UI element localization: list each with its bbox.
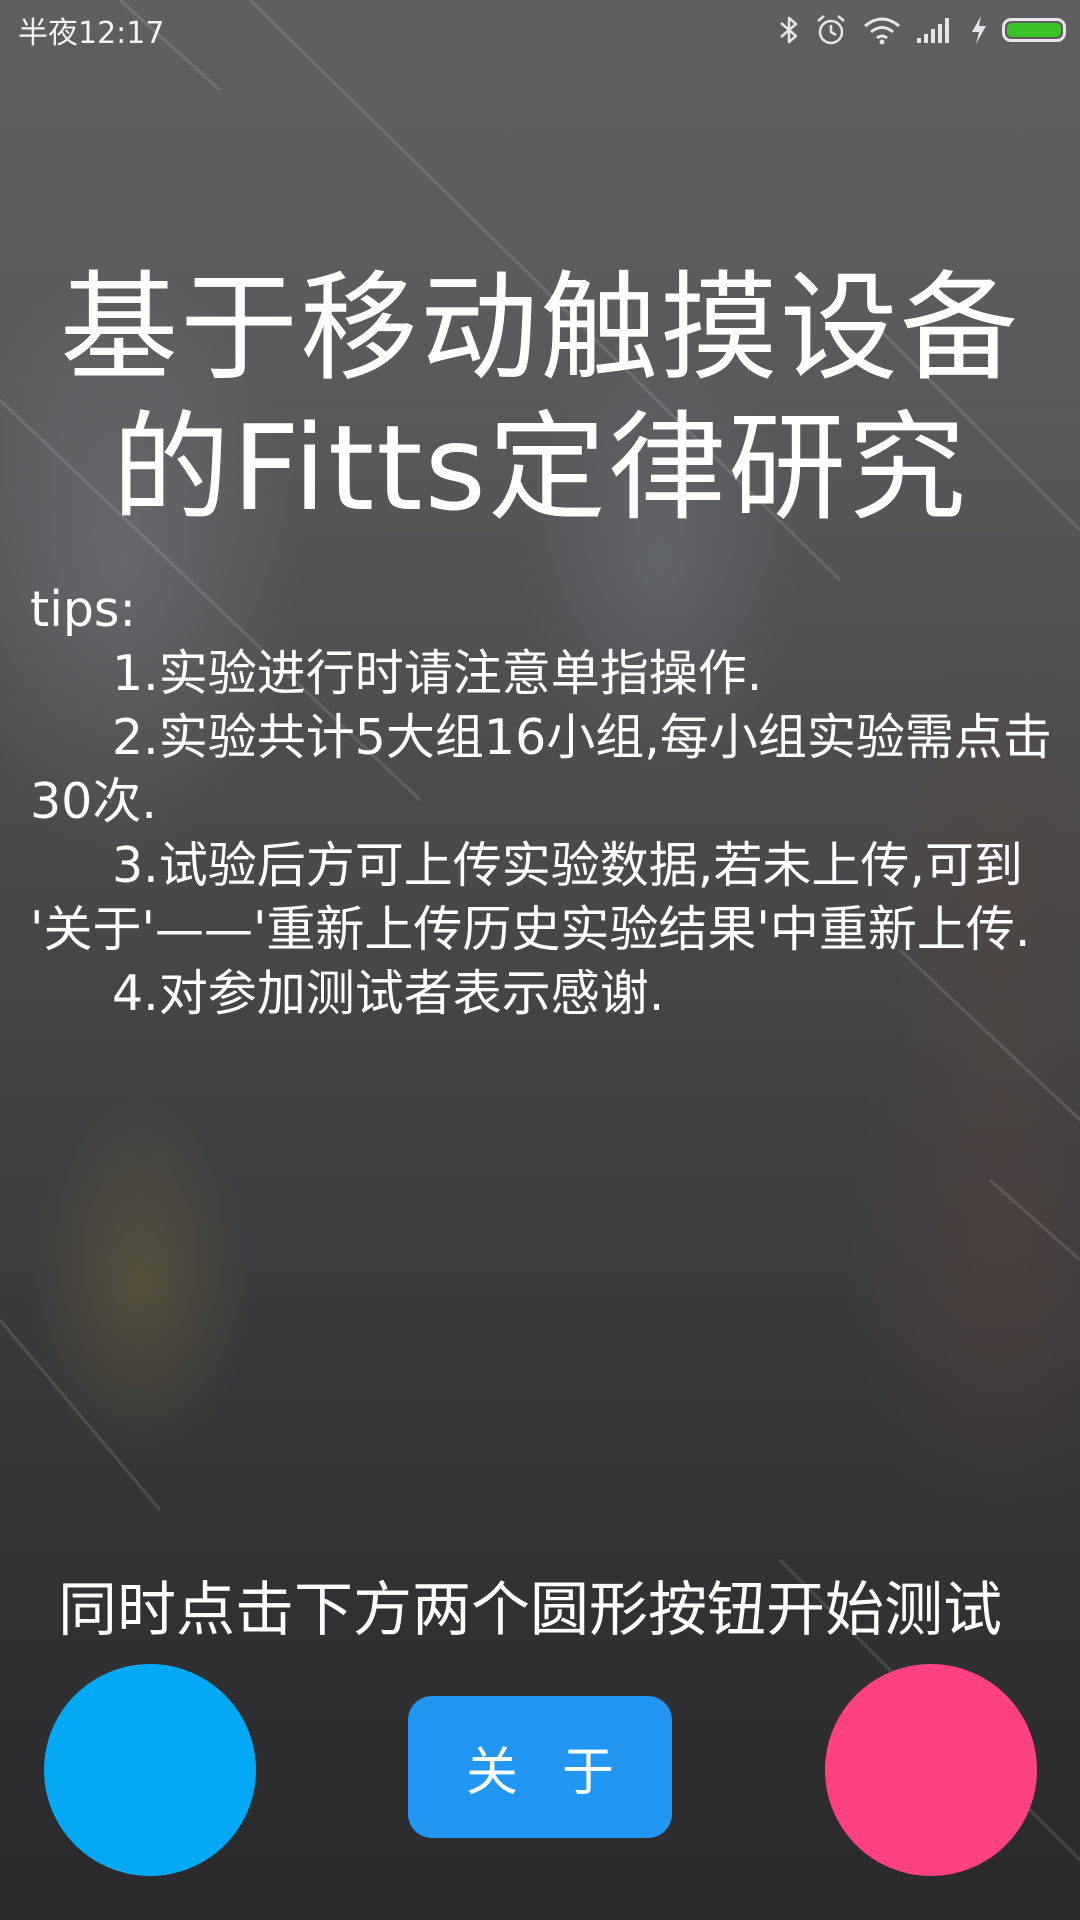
status-bar: 半夜12:17	[0, 0, 1080, 60]
charging-icon	[972, 16, 986, 44]
tips-heading: tips:	[30, 581, 136, 638]
tip-item-2: 2.实验共计5大组16小组,每小组实验需点击30次.	[30, 709, 1052, 830]
battery-level	[1007, 23, 1061, 37]
battery-icon	[1002, 18, 1066, 42]
title-line-2: 的Fitts定律研究	[111, 399, 969, 537]
alarm-icon	[817, 15, 845, 45]
tip-item-3: 3.试验后方可上传实验数据,若未上传,可到 '关于'——'重新上传历史实验结果'…	[30, 837, 1031, 958]
left-circle-button[interactable]	[44, 1664, 256, 1876]
tip-item-1: 1.实验进行时请注意单指操作.	[112, 645, 763, 702]
signal-icon	[917, 18, 949, 43]
status-time: 半夜12:17	[18, 16, 165, 51]
tip-item-4: 4.对参加测试者表示感谢.	[112, 965, 665, 1022]
status-icons	[778, 13, 1066, 47]
bluetooth-icon	[780, 16, 798, 44]
about-button[interactable]: 关于	[408, 1696, 672, 1838]
right-circle-button[interactable]	[825, 1664, 1037, 1876]
page-title: 基于移动触摸设备 的Fitts定律研究	[0, 258, 1080, 538]
wifi-icon	[864, 17, 900, 45]
title-line-1: 基于移动触摸设备	[59, 259, 1020, 397]
start-instruction: 同时点击下方两个圆形按钮开始测试	[57, 1575, 1002, 1644]
tips-block: tips: 1.实验进行时请注意单指操作. 2.实验共计5大组16小组,每小组实…	[30, 578, 1060, 1026]
